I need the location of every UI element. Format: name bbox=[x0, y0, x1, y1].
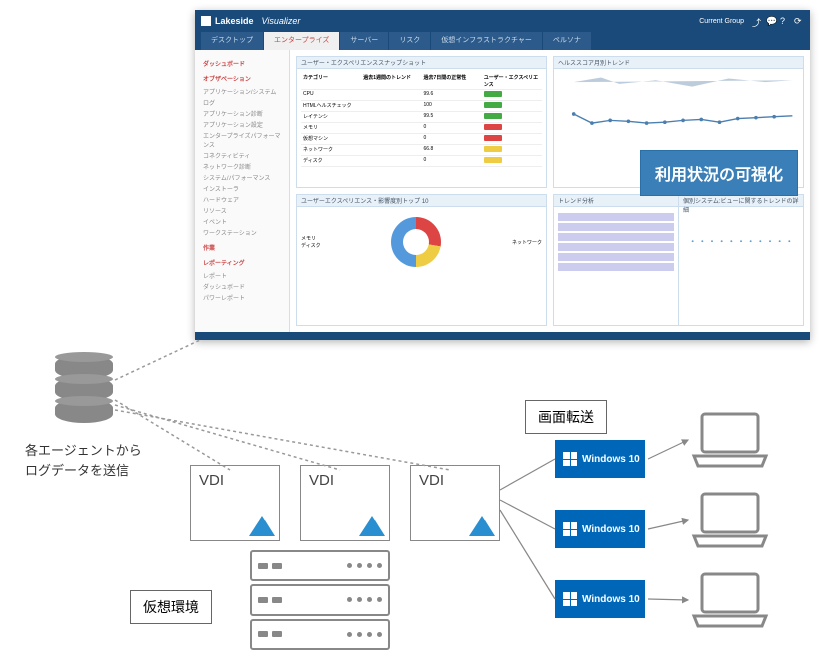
status-badge bbox=[484, 102, 502, 108]
sidebar-section-dashboard[interactable]: ダッシュボード bbox=[199, 58, 285, 69]
sidebar-section-observation[interactable]: オブザベーション bbox=[199, 73, 285, 84]
windows-logo-icon bbox=[563, 452, 577, 466]
vdi-label: VDI bbox=[309, 472, 334, 489]
help-icon[interactable]: ? bbox=[780, 16, 790, 26]
db-label-1: 各エージェントから bbox=[25, 440, 142, 459]
lakeside-agent-icon bbox=[359, 510, 385, 536]
windows-box-2: Windows 10 bbox=[555, 510, 645, 548]
sidebar-item[interactable]: システム/パフォーマンス bbox=[199, 172, 285, 183]
vdi-box-3: VDI bbox=[410, 465, 500, 541]
sidebar-item[interactable]: インストーラ bbox=[199, 183, 285, 194]
laptop-icon-1 bbox=[690, 410, 770, 470]
tab-persona[interactable]: ペルソナ bbox=[543, 32, 591, 50]
app-title: Visualizer bbox=[262, 16, 700, 26]
chat-icon[interactable]: 💬 bbox=[766, 16, 776, 26]
sidebar-section-reporting[interactable]: レポーティング bbox=[199, 257, 285, 268]
laptop-icon-3 bbox=[690, 570, 770, 630]
sidebar-item[interactable]: ログ bbox=[199, 97, 285, 108]
panel-ux-snapshot: ユーザー・エクスペリエンススナップショット カテゴリー 過去1週間のトレンド 過… bbox=[296, 56, 547, 188]
status-badge bbox=[484, 124, 502, 130]
dashboard-titlebar: Lakeside Visualizer Current Group ⤴ 💬 ? … bbox=[195, 10, 810, 32]
tab-risk[interactable]: リスク bbox=[389, 32, 430, 50]
sidebar-item[interactable]: ネットワーク診断 bbox=[199, 161, 285, 172]
status-badge bbox=[484, 146, 502, 152]
windows-box-1: Windows 10 bbox=[555, 440, 645, 478]
sidebar-item[interactable]: アプリケーション診断 bbox=[199, 108, 285, 119]
sidebar-item[interactable]: アプリケーション/システム bbox=[199, 86, 285, 97]
sidebar-item[interactable]: エンタープライズパフォーマンス bbox=[199, 130, 285, 150]
panel-header: ユーザー・エクスペリエンススナップショット bbox=[297, 57, 546, 69]
windows-label: Windows 10 bbox=[582, 524, 640, 535]
panel-header: トレンド分析 bbox=[554, 195, 678, 207]
callout-visibility: 利用状況の可視化 bbox=[640, 150, 798, 196]
windows-logo-icon bbox=[563, 522, 577, 536]
th: 過去7日間の正常性 bbox=[422, 74, 482, 88]
lakeside-agent-icon bbox=[249, 510, 275, 536]
sidebar: ダッシュボード オブザベーション アプリケーション/システム ログ アプリケーシ… bbox=[195, 50, 290, 332]
sidebar-item[interactable]: ワークステーション bbox=[199, 227, 285, 238]
panel-header: ヘルススコア月別トレンド bbox=[554, 57, 803, 69]
sidebar-item[interactable]: リソース bbox=[199, 205, 285, 216]
share-icon[interactable]: ⤴ bbox=[752, 16, 762, 26]
server-unit bbox=[250, 584, 390, 615]
sidebar-section-work[interactable]: 作業 bbox=[199, 242, 285, 253]
th: ユーザー・エクスペリエンス bbox=[482, 74, 542, 88]
panel-body bbox=[554, 207, 678, 277]
server-unit bbox=[250, 619, 390, 650]
panel-header: ユーザーエクスペリエンス・影響度別トップ 10 bbox=[297, 195, 546, 207]
pie-chart bbox=[391, 217, 441, 267]
current-group-label: Current Group bbox=[699, 18, 744, 25]
sidebar-item[interactable]: イベント bbox=[199, 216, 285, 227]
lakeside-logo-icon bbox=[201, 16, 211, 26]
lakeside-agent-icon bbox=[469, 510, 495, 536]
callout-text: 利用状況の可視化 bbox=[655, 167, 783, 184]
brand-text: Lakeside bbox=[215, 16, 254, 26]
panel-ux-impact: ユーザーエクスペリエンス・影響度別トップ 10 メモリディスク ネットワーク bbox=[296, 194, 547, 326]
vdi-label: VDI bbox=[419, 472, 444, 489]
windows-label: Windows 10 bbox=[582, 454, 640, 465]
windows-logo-icon bbox=[563, 592, 577, 606]
virtual-env-label: 仮想環境 bbox=[130, 590, 212, 624]
status-badge bbox=[484, 157, 502, 163]
sidebar-item[interactable]: パワーレポート bbox=[199, 292, 285, 303]
th: 過去1週間のトレンド bbox=[361, 74, 421, 88]
windows-box-3: Windows 10 bbox=[555, 580, 645, 618]
panel-header: 個別システム:ビューに関するトレンドの詳細 bbox=[679, 195, 803, 207]
vdi-box-1: VDI bbox=[190, 465, 280, 541]
tab-enterprise[interactable]: エンタープライズ bbox=[264, 32, 339, 50]
sidebar-item[interactable]: コネクティビティ bbox=[199, 150, 285, 161]
tab-server[interactable]: サーバー bbox=[340, 32, 388, 50]
status-badge bbox=[484, 135, 502, 141]
status-badge bbox=[484, 91, 502, 97]
sidebar-item[interactable]: ダッシュボード bbox=[199, 281, 285, 292]
panel-body: メモリディスク ネットワーク bbox=[297, 207, 546, 277]
status-badge bbox=[484, 113, 502, 119]
screen-transfer-label: 画面転送 bbox=[525, 400, 607, 434]
server-unit bbox=[250, 550, 390, 581]
dot-chart bbox=[683, 211, 799, 281]
sidebar-item[interactable]: レポート bbox=[199, 270, 285, 281]
header-icons: ⤴ 💬 ? ⟳ bbox=[752, 16, 804, 26]
tab-desktop[interactable]: デスクトップ bbox=[201, 32, 263, 50]
refresh-icon[interactable]: ⟳ bbox=[794, 16, 804, 26]
panel-trend-analysis: トレンド分析 個別システム:ビューに関するトレンドの詳細 bbox=[553, 194, 804, 326]
line-chart bbox=[554, 69, 803, 159]
db-label-2: ログデータを送信 bbox=[25, 460, 129, 479]
dashboard-tabs: デスクトップ エンタープライズ サーバー リスク 仮想インフラストラクチャー ペ… bbox=[195, 32, 810, 50]
database-icon bbox=[55, 355, 113, 427]
sidebar-item[interactable]: ハードウェア bbox=[199, 194, 285, 205]
ux-table: カテゴリー 過去1週間のトレンド 過去7日間の正常性 ユーザー・エクスペリエンス… bbox=[301, 73, 542, 167]
dashboard-footer bbox=[195, 332, 810, 340]
vdi-label: VDI bbox=[199, 472, 224, 489]
panel-body bbox=[679, 207, 803, 287]
laptop-icon-2 bbox=[690, 490, 770, 550]
panel-body: カテゴリー 過去1週間のトレンド 過去7日間の正常性 ユーザー・エクスペリエンス… bbox=[297, 69, 546, 171]
th: カテゴリー bbox=[301, 74, 361, 88]
sidebar-item[interactable]: アプリケーション設定 bbox=[199, 119, 285, 130]
tab-virtual-infra[interactable]: 仮想インフラストラクチャー bbox=[431, 32, 542, 50]
server-rack-icon bbox=[250, 550, 390, 650]
vdi-box-2: VDI bbox=[300, 465, 390, 541]
line-chart-svg bbox=[558, 73, 799, 155]
windows-label: Windows 10 bbox=[582, 594, 640, 605]
